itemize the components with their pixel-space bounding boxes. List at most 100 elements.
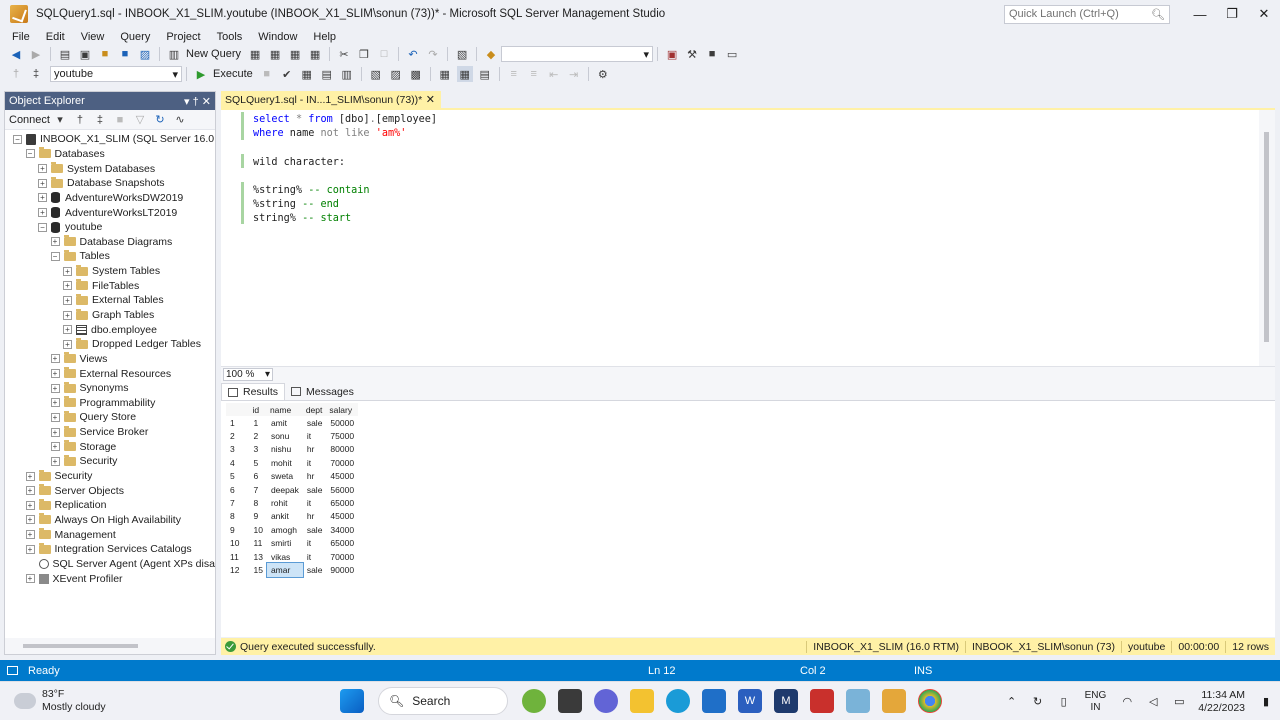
table-cell[interactable]: 90000 (326, 563, 358, 576)
connect-button[interactable]: Connect (9, 114, 50, 126)
row-number[interactable]: 1 (226, 416, 249, 429)
pin-icon[interactable]: † (193, 96, 199, 108)
expand-icon[interactable]: + (38, 208, 47, 218)
table-row[interactable]: 1 1 amit sale 50000 (226, 416, 358, 429)
table-row[interactable]: 5 6 sweta hr 45000 (226, 470, 358, 483)
refresh-icon[interactable]: ↻ (152, 112, 168, 128)
column-header-dept[interactable]: dept (302, 403, 327, 416)
expand-icon[interactable]: + (25, 471, 35, 481)
table-cell[interactable]: sale (303, 483, 327, 496)
tree-node[interactable]: + XEvent Profiler (5, 571, 215, 586)
file-explorer-icon[interactable] (630, 689, 654, 713)
undo-icon[interactable]: ↶ (405, 46, 421, 62)
table-row[interactable]: 11 13 vikas it 70000 (226, 550, 358, 563)
save-all-icon[interactable]: ▨ (137, 46, 153, 62)
tree-node[interactable]: + Graph Tables (5, 308, 215, 323)
table-cell[interactable]: 10 (249, 523, 266, 536)
table-cell[interactable]: amar (265, 562, 304, 578)
expand-icon[interactable]: + (63, 266, 72, 276)
notification-icon[interactable]: ▮ (1258, 694, 1274, 710)
connect-icon[interactable]: † (8, 66, 24, 82)
new-query-icon[interactable]: ▥ (166, 46, 182, 62)
decrease-indent-icon[interactable]: ⇤ (546, 66, 562, 82)
connect-plug-icon[interactable]: † (72, 112, 88, 128)
chevron-up-icon[interactable]: ⌃ (1004, 694, 1020, 710)
table-cell[interactable]: 45000 (326, 470, 358, 483)
tree-node[interactable]: + Replication (5, 498, 215, 513)
expand-icon[interactable]: + (25, 515, 35, 525)
row-number[interactable]: 11 (226, 550, 249, 563)
table-row[interactable]: 10 11 smirti it 65000 (226, 537, 358, 550)
row-number[interactable]: 3 (226, 443, 249, 456)
expand-icon[interactable]: + (25, 486, 35, 496)
table-cell[interactable]: hr (303, 470, 327, 483)
expand-icon[interactable]: + (50, 369, 60, 379)
column-header-salary[interactable]: salary (326, 403, 359, 416)
taskbar-search[interactable]: 🔍︎ Search (378, 687, 508, 715)
expand-icon[interactable]: + (25, 544, 35, 554)
expand-icon[interactable]: + (25, 500, 35, 510)
expand-icon[interactable]: + (50, 354, 60, 364)
table-cell[interactable]: it (303, 496, 327, 509)
include-plan-icon[interactable]: ▧ (368, 66, 384, 82)
table-row[interactable]: 3 3 nishu hr 80000 (226, 443, 358, 456)
table-cell[interactable]: it (303, 537, 327, 550)
column-header-id[interactable]: id (249, 403, 267, 416)
table-cell[interactable]: sale (303, 416, 327, 429)
table-cell[interactable]: 13 (249, 550, 266, 563)
display-plan-icon[interactable]: ▦ (299, 66, 315, 82)
editor-scrollbar[interactable] (1259, 110, 1275, 366)
table-cell[interactable]: sweta (267, 470, 303, 483)
table-cell[interactable]: 75000 (326, 429, 358, 442)
expand-icon[interactable]: + (50, 427, 60, 437)
row-number[interactable]: 2 (226, 429, 249, 442)
registered-servers-icon[interactable]: ▣ (664, 46, 680, 62)
find-in-files-icon[interactable]: ◆ (483, 46, 499, 62)
table-row[interactable]: 2 2 sonu it 75000 (226, 429, 358, 442)
activity-icon[interactable]: ∿ (172, 112, 188, 128)
panel-dropdown-icon[interactable]: ▾ (184, 96, 190, 108)
tree-node[interactable]: + Security (5, 454, 215, 469)
ssms-taskbar-icon[interactable] (882, 689, 906, 713)
forward-icon[interactable]: ▶ (28, 46, 44, 62)
redo-icon[interactable]: ↷ (425, 46, 441, 62)
xmla-query-icon[interactable]: ▦ (287, 46, 303, 62)
expand-icon[interactable]: + (38, 178, 47, 188)
mdx-query-icon[interactable]: ▦ (247, 46, 263, 62)
tab-messages[interactable]: Messages (285, 383, 360, 400)
add-item-icon[interactable]: ▣ (77, 46, 93, 62)
tree-node[interactable]: + Security (5, 469, 215, 484)
table-row[interactable]: 8 9 ankit hr 45000 (226, 510, 358, 523)
table-cell[interactable]: 45000 (326, 510, 358, 523)
row-number[interactable]: 6 (226, 483, 249, 496)
minimize-button[interactable]: — (1184, 0, 1216, 28)
volume-icon[interactable]: ◁ (1145, 694, 1161, 710)
row-number[interactable]: 8 (226, 510, 249, 523)
code-area[interactable]: select * from [dbo].[employee] where name… (253, 113, 437, 227)
table-cell[interactable]: 70000 (326, 456, 358, 469)
close-window-button[interactable]: ✕ (1248, 0, 1280, 28)
tree-node[interactable]: − Databases (5, 147, 215, 162)
table-cell[interactable]: mohit (267, 456, 303, 469)
row-number[interactable]: 5 (226, 470, 249, 483)
table-cell[interactable]: 7 (249, 483, 266, 496)
table-row[interactable]: 4 5 mohit it 70000 (226, 456, 358, 469)
tree-node[interactable]: + Query Store (5, 410, 215, 425)
start-icon[interactable] (340, 689, 364, 713)
edge-icon[interactable] (666, 689, 690, 713)
tree-node[interactable]: SQL Server Agent (Agent XPs disabled) (5, 557, 215, 572)
expand-icon[interactable]: + (63, 339, 72, 349)
tree-node[interactable]: + Storage (5, 439, 215, 454)
menu-tools[interactable]: Tools (209, 31, 251, 43)
tree-node[interactable]: + Always On High Availability (5, 513, 215, 528)
open-file-icon[interactable]: ■ (97, 46, 113, 62)
tree-node[interactable]: + FileTables (5, 278, 215, 293)
table-cell[interactable]: nishu (267, 443, 303, 456)
table-cell[interactable]: it (303, 550, 327, 563)
scrollbar-thumb[interactable] (1264, 132, 1269, 342)
table-cell[interactable]: amit (267, 416, 303, 429)
query-designer-icon[interactable]: ▤ (319, 66, 335, 82)
tree-node[interactable]: + System Tables (5, 264, 215, 279)
back-icon[interactable]: ◀ (8, 46, 24, 62)
tree-node[interactable]: + System Databases (5, 161, 215, 176)
